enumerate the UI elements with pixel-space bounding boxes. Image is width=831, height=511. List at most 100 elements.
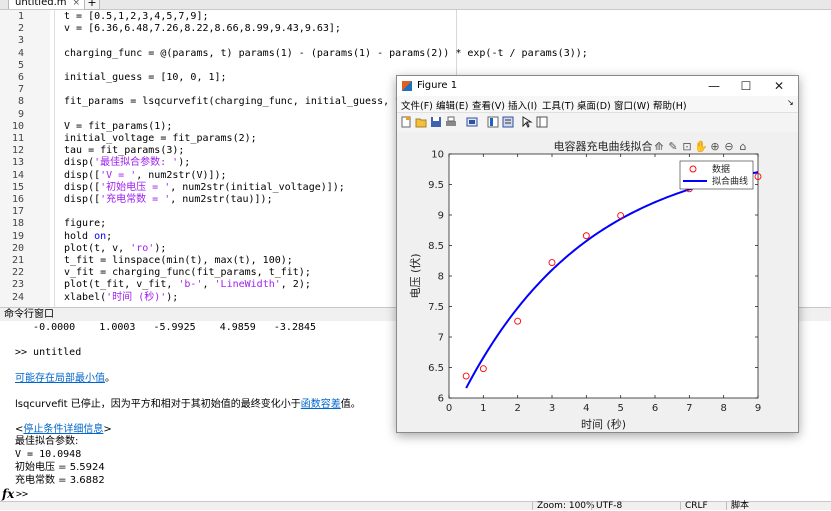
figure-menu-bar: 文件(F) 编辑(E) 查看(V) 插入(I) 工具(T) 桌面(D) 窗口(W… <box>397 96 798 112</box>
code-text: charging_func = @(params, t) params(1) -… <box>64 47 588 59</box>
insert-colorbar-icon[interactable] <box>487 116 499 128</box>
menu-window[interactable]: 窗口(W) <box>614 98 650 112</box>
line-number: 22 <box>11 267 24 279</box>
plot-area[interactable]: 0 1 2 3 4 5 6 7 8 9 6 6.5 7 7.5 8 8.5 9 9.5 10 时间 (秒) 电压 (伏)… <box>397 132 798 432</box>
code-text: v_fit = charging_func(fit_params, t_fit)… <box>64 267 311 279</box>
y-axis-label: 电压 (伏) <box>408 253 422 298</box>
code-text: disp('最佳拟合参数: '); <box>64 157 191 169</box>
maximize-button[interactable]: ☐ <box>731 78 761 94</box>
chart-svg[interactable]: 0 1 2 3 4 5 6 7 8 9 6 6.5 7 7.5 8 8.5 9 9.5 10 时间 (秒) 电压 (伏)… <box>397 132 798 432</box>
code-text: v = [6.36,6.48,7.26,8.22,8.66,8.99,9.43,… <box>64 23 341 35</box>
function-browser-icon[interactable]: fx <box>2 487 14 501</box>
pan-icon[interactable]: ✋ <box>694 140 708 153</box>
code-text: plot(t, v, 'ro'); <box>64 242 167 254</box>
line-number: 21 <box>11 255 24 266</box>
home-icon[interactable]: ⌂ <box>740 140 747 153</box>
datatip-icon[interactable]: ⊡ <box>682 140 691 153</box>
add-tab-button[interactable]: + <box>84 0 100 10</box>
chart-title: 电容器充电曲线拟合 <box>554 139 653 153</box>
menu-tools[interactable]: 工具(T) <box>542 98 574 112</box>
code-line: 1 t = [0.5,1,2,3,4,5,7,9]; <box>0 11 831 23</box>
code-text: hold on; <box>64 230 113 242</box>
print-icon[interactable] <box>445 116 457 128</box>
stop-message-suffix: 值。 <box>340 399 361 410</box>
link-plot-icon[interactable] <box>466 116 478 128</box>
line-number: 2 <box>17 23 24 35</box>
code-text: disp(['V = ', num2str(V)]); <box>64 169 227 181</box>
line-number: 6 <box>17 72 24 83</box>
function-tolerance-link[interactable]: 函数容差 <box>301 399 341 410</box>
charge-constant-line: 充电常数 = 3.6882 <box>15 475 105 486</box>
brush-icon[interactable]: ✎ <box>668 140 677 153</box>
command-prompt[interactable]: >> <box>16 489 28 500</box>
insert-legend-icon[interactable] <box>502 116 514 128</box>
local-minimum-link[interactable]: 可能存在局部最小值 <box>15 373 105 384</box>
figure-title-bar[interactable]: Figure 1 — ☐ ✕ <box>397 76 798 96</box>
line-number: 14 <box>11 169 24 181</box>
best-params-line: 最佳拟合参数: <box>15 436 79 447</box>
dock-arrow-icon[interactable]: ↘ <box>787 98 794 107</box>
menu-view[interactable]: 查看(V) <box>472 98 505 112</box>
code-text: figure; <box>64 218 107 230</box>
x-tick-label: 5 <box>617 403 623 414</box>
editor-tab-untitled[interactable]: untitled.m × <box>8 0 88 9</box>
line-number: 15 <box>11 181 24 193</box>
x-tick-label: 2 <box>514 403 520 414</box>
code-line: 3 <box>0 35 831 47</box>
stop-message-line: lsqcurvefit 已停止，因为平方和相对于其初始值的最终变化小于函数容差值… <box>15 399 361 411</box>
code-text: fit_params = lsqcurvefit(charging_func, … <box>64 96 432 108</box>
line-number: 5 <box>17 59 24 71</box>
code-line: 4 charging_func = @(params, t) params(1) … <box>0 48 831 60</box>
legend-label-data: 数据 <box>712 163 730 175</box>
line-number: 23 <box>11 279 24 291</box>
x-tick-label: 6 <box>652 403 658 414</box>
menu-file[interactable]: 文件(F) <box>401 98 433 112</box>
line-number: 20 <box>11 242 24 254</box>
x-tick-label: 1 <box>480 403 486 414</box>
stop-criteria-link[interactable]: 停止条件详细信息 <box>23 424 103 435</box>
menu-insert[interactable]: 插入(I) <box>508 98 537 112</box>
code-line: 5 <box>0 60 831 72</box>
edit-plot-icon[interactable] <box>521 116 533 128</box>
legend-label-fit: 拟合曲线 <box>712 175 748 187</box>
menu-help[interactable]: 帮助(H) <box>653 98 687 112</box>
editor-tab-bar: untitled.m × + <box>0 0 831 10</box>
open-file-icon[interactable] <box>415 116 427 128</box>
line-number: 17 <box>11 206 24 218</box>
line-number: 11 <box>11 133 24 144</box>
y-tick-label: 7 <box>438 333 444 344</box>
new-figure-icon[interactable] <box>400 116 412 128</box>
export-icon[interactable]: ⟰ <box>654 140 663 153</box>
line-number: 3 <box>17 35 24 47</box>
stop-criteria-line: <停止条件详细信息> <box>15 424 112 436</box>
local-minimum-suffix: 。 <box>105 373 115 384</box>
x-tick-label: 4 <box>583 403 589 414</box>
property-inspector-icon[interactable] <box>536 116 548 128</box>
line-number: 1 <box>17 11 24 22</box>
run-command-line: >> untitled <box>15 347 82 358</box>
code-text: disp(['初始电压 = ', num2str(initial_voltage… <box>64 181 345 193</box>
save-icon[interactable] <box>430 116 442 128</box>
close-tab-icon[interactable]: × <box>73 0 81 8</box>
local-minimum-line: 可能存在局部最小值。 <box>15 373 115 385</box>
line-number: 18 <box>11 218 24 230</box>
axes-box <box>448 153 759 399</box>
code-text: t_fit = linspace(min(t), max(t), 100); <box>64 255 293 266</box>
y-tick-label: 7.5 <box>428 302 444 313</box>
menu-desktop[interactable]: 桌面(D) <box>577 98 611 112</box>
line-number: 13 <box>11 157 24 169</box>
line-number: 9 <box>17 108 24 120</box>
figure-window[interactable]: Figure 1 — ☐ ✕ 文件(F) 编辑(E) 查看(V) 插入(I) 工… <box>396 75 799 433</box>
minimize-button[interactable]: — <box>699 78 729 94</box>
zoom-out-icon[interactable]: ⊖ <box>724 140 733 153</box>
criteria-close: > <box>103 424 112 435</box>
code-text: t = [0.5,1,2,3,4,5,7,9]; <box>64 11 209 22</box>
code-text: V = fit_params(1); <box>64 120 173 132</box>
output-values-row: -0.0000 1.0003 -5.9925 4.9859 -3.2845 <box>15 322 317 333</box>
line-number: 24 <box>11 291 24 303</box>
menu-edit[interactable]: 编辑(E) <box>436 98 468 112</box>
zoom-in-icon[interactable]: ⊕ <box>710 140 719 153</box>
line-number: 10 <box>11 120 24 132</box>
close-button[interactable]: ✕ <box>764 78 794 94</box>
x-tick-label: 7 <box>686 403 692 414</box>
